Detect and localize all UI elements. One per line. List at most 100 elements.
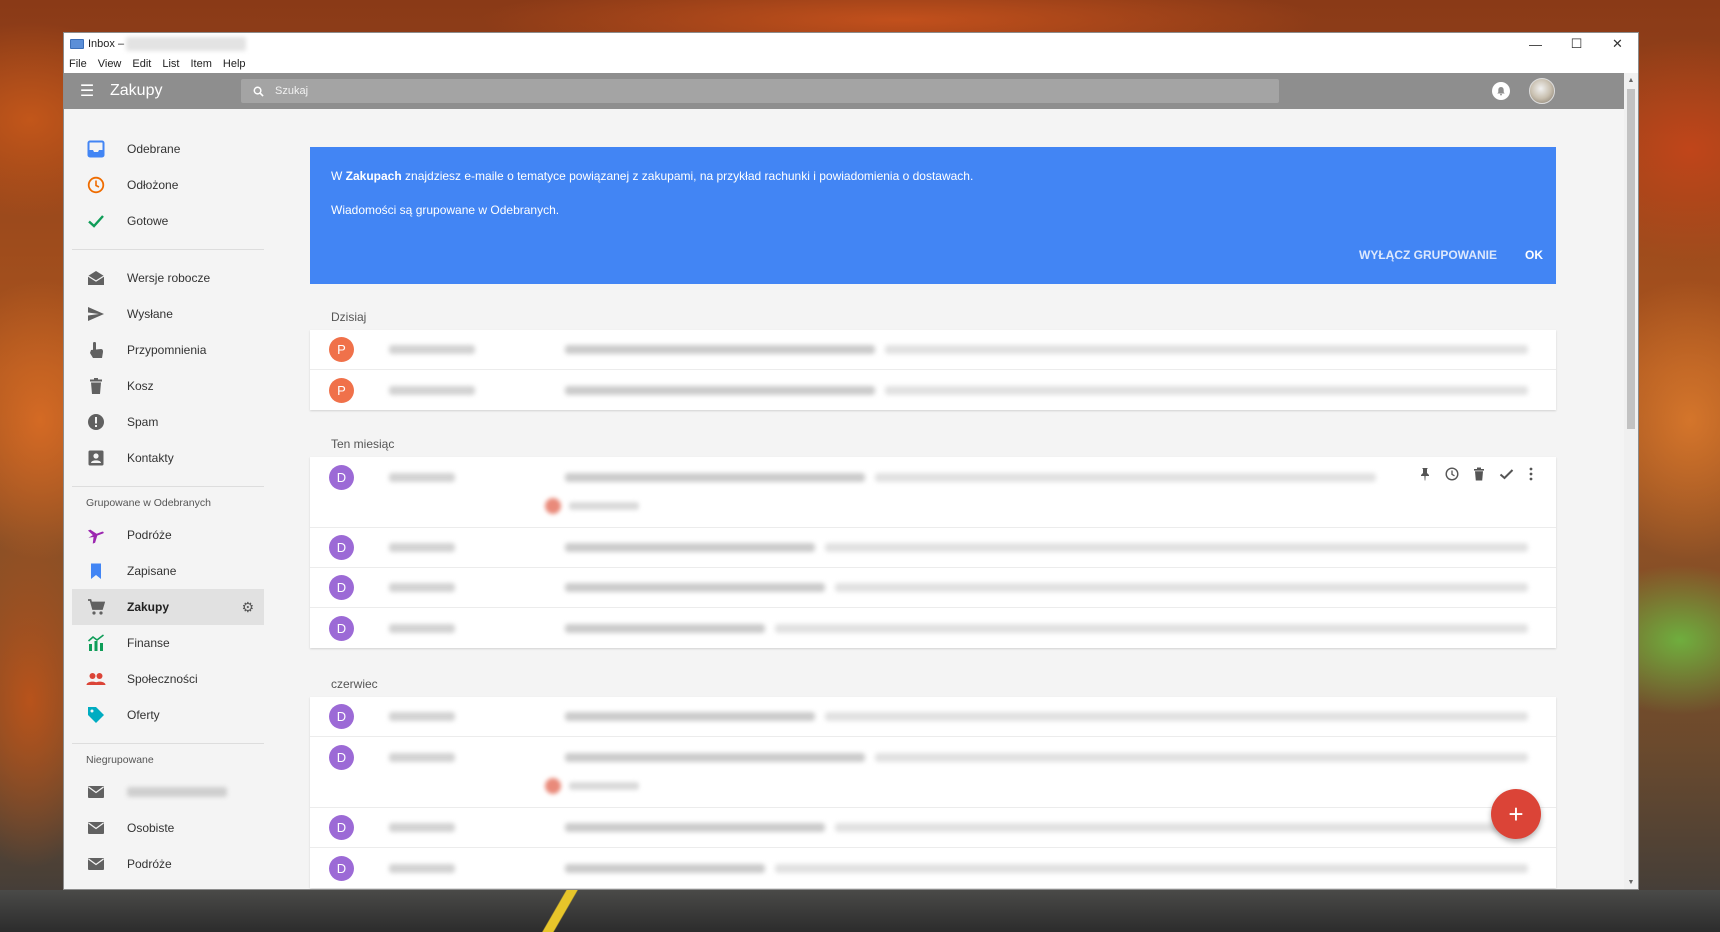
- table-row[interactable]: D: [310, 848, 1556, 888]
- subject-blurred: [565, 863, 765, 873]
- menu-file[interactable]: File: [69, 58, 87, 70]
- sidebar-item-purchases[interactable]: Zakupy ⚙: [72, 589, 264, 625]
- compose-button[interactable]: +: [1491, 789, 1541, 839]
- disable-bundling-button[interactable]: WYŁĄCZ GRUPOWANIE: [1359, 248, 1497, 262]
- sidebar-item-label: Podróże: [127, 528, 172, 542]
- people-icon: [85, 668, 107, 690]
- sidebar-item-social[interactable]: Społeczności: [72, 661, 264, 697]
- table-row[interactable]: D: [310, 457, 1556, 528]
- sidebar-item-contacts[interactable]: Kontakty: [72, 440, 264, 476]
- table-row[interactable]: D: [310, 737, 1556, 808]
- table-row[interactable]: D: [310, 697, 1556, 737]
- row-action-bar: [1419, 467, 1534, 484]
- menu-view[interactable]: View: [98, 58, 122, 70]
- sender-blurred: [389, 583, 455, 592]
- attachment-chip[interactable]: [545, 497, 655, 515]
- sidebar-item-account-blurred[interactable]: [72, 774, 264, 810]
- maximize-button[interactable]: ☐: [1556, 33, 1597, 55]
- sidebar-item-label: Wersje robocze: [127, 271, 211, 285]
- sender-blurred: [389, 385, 475, 395]
- hamburger-icon[interactable]: ☰: [64, 81, 110, 101]
- subject-blurred: [565, 385, 875, 395]
- sidebar-item-saved[interactable]: Zapisane: [72, 553, 264, 589]
- menu-help[interactable]: Help: [223, 58, 246, 70]
- snooze-clock-icon[interactable]: [1445, 467, 1459, 484]
- snippet-blurred: [775, 623, 1528, 633]
- sender-avatar: D: [329, 855, 354, 881]
- sidebar-item-label: Podróże: [127, 857, 172, 871]
- sidebar-item-label: Odebrane: [127, 142, 181, 156]
- sidebar-item-offers[interactable]: Oferty: [72, 697, 264, 733]
- menu-edit[interactable]: Edit: [132, 58, 151, 70]
- scroll-up-arrow-icon[interactable]: ▲: [1624, 73, 1638, 87]
- sender-blurred: [389, 543, 455, 552]
- delete-icon[interactable]: [1473, 467, 1485, 484]
- sidebar-item-snoozed[interactable]: Odłożone: [72, 167, 264, 203]
- search-box[interactable]: [241, 79, 1279, 103]
- scroll-down-arrow-icon[interactable]: ▼: [1624, 875, 1638, 889]
- page-title: Zakupy: [110, 82, 163, 99]
- gear-icon[interactable]: ⚙: [241, 599, 254, 616]
- window-title-account-blurred: [126, 37, 247, 51]
- banner-line-2: Wiadomości są grupowane w Odebranych.: [331, 203, 560, 217]
- sidebar-item-personal[interactable]: Osobiste: [72, 810, 264, 846]
- minimize-button[interactable]: —: [1515, 33, 1556, 55]
- table-row[interactable]: P: [310, 370, 1556, 410]
- more-vert-icon[interactable]: [1528, 467, 1534, 484]
- table-row[interactable]: P: [310, 330, 1556, 370]
- sender-avatar: D: [329, 745, 354, 770]
- table-row[interactable]: D: [310, 608, 1556, 648]
- sidebar-item-drafts[interactable]: Wersje robocze: [72, 260, 264, 296]
- sidebar-item-reminders[interactable]: Przypomnienia: [72, 332, 264, 368]
- airplane-icon: [85, 524, 107, 546]
- spam-icon: [85, 411, 107, 433]
- bell-icon[interactable]: [1492, 82, 1510, 100]
- sender-avatar: D: [329, 535, 354, 560]
- attachment-name-blurred: [569, 782, 639, 790]
- table-row[interactable]: D: [310, 568, 1556, 608]
- sidebar-item-label: Społeczności: [127, 672, 198, 686]
- sidebar-item-label: Kontakty: [127, 451, 174, 465]
- table-row[interactable]: D: [310, 808, 1556, 848]
- snippet-blurred: [885, 385, 1528, 395]
- ok-button[interactable]: OK: [1525, 248, 1543, 262]
- clock-icon: [85, 174, 107, 196]
- sidebar-item-spam[interactable]: Spam: [72, 404, 264, 440]
- sidebar-item-trash[interactable]: Kosz: [72, 368, 264, 404]
- sidebar-item-done[interactable]: Gotowe: [72, 203, 264, 239]
- sidebar-item-travel-unbundled[interactable]: Podróże: [72, 846, 264, 882]
- snippet-blurred: [835, 823, 1528, 832]
- scroll-thumb[interactable]: [1627, 89, 1635, 429]
- attachment-chip[interactable]: [545, 777, 655, 795]
- sender-avatar: D: [329, 615, 354, 641]
- app-bar: ☰ Zakupy: [64, 73, 1638, 109]
- bundled-heading: Grupowane w Odebranych: [86, 497, 211, 509]
- account-avatar[interactable]: [1529, 78, 1555, 104]
- banner-line-1: W Zakupach znajdziesz e-maile o tematyce…: [331, 169, 974, 183]
- vertical-scrollbar[interactable]: ▲ ▼: [1624, 73, 1638, 889]
- attachment-name-blurred: [569, 502, 639, 510]
- sidebar-item-travel[interactable]: Podróże: [72, 517, 264, 553]
- section-label-june: czerwiec: [331, 677, 378, 691]
- sidebar-item-finance[interactable]: Finanse: [72, 625, 264, 661]
- menu-list[interactable]: List: [162, 58, 179, 70]
- mail-icon: [85, 781, 107, 803]
- table-row[interactable]: D: [310, 528, 1556, 568]
- message-list-today: P P: [310, 330, 1556, 410]
- sidebar-item-inbox[interactable]: Odebrane: [72, 131, 264, 167]
- sender-avatar: D: [329, 575, 354, 600]
- menu-item[interactable]: Item: [190, 58, 211, 70]
- trash-icon: [85, 375, 107, 397]
- sidebar-item-sent[interactable]: Wysłane: [72, 296, 264, 332]
- search-input[interactable]: [275, 85, 1175, 97]
- sidebar-divider: [72, 486, 264, 487]
- sidebar-item-label: Wysłane: [127, 307, 173, 321]
- sender-avatar: D: [329, 815, 354, 840]
- message-list-june: D D D D: [310, 697, 1556, 888]
- pin-icon[interactable]: [1419, 467, 1431, 484]
- sidebar-item-label: Spam: [127, 415, 159, 429]
- done-check-icon[interactable]: [1499, 467, 1514, 484]
- close-button[interactable]: ✕: [1597, 33, 1638, 55]
- subject-blurred: [565, 823, 825, 832]
- subject-blurred: [565, 345, 875, 354]
